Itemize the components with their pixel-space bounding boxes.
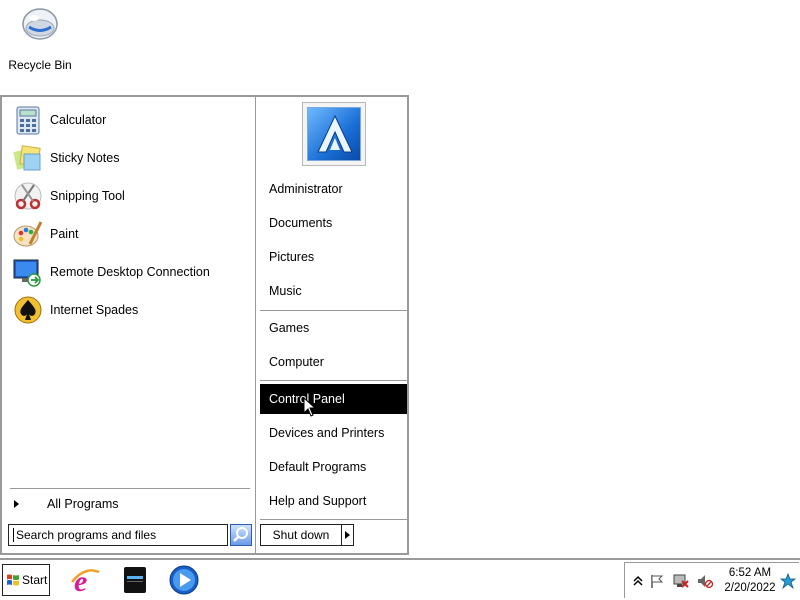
start-button[interactable]: Start [2, 564, 50, 596]
sticky-notes-icon [13, 145, 41, 171]
places-item-administrator[interactable]: Administrator [260, 174, 407, 204]
user-avatar [307, 107, 361, 161]
places-item-pictures[interactable]: Pictures [260, 242, 407, 272]
user-picture[interactable] [302, 102, 366, 166]
programs-divider [10, 488, 250, 489]
internet-explorer-icon: e [71, 565, 100, 598]
windows-logo-icon [7, 574, 19, 586]
places-item-music[interactable]: Music [260, 276, 407, 306]
shutdown-options-button[interactable] [341, 525, 353, 545]
media-player-icon [169, 565, 199, 595]
search-input[interactable]: Search programs and files [8, 524, 228, 546]
start-label: Start [22, 573, 48, 587]
volume-muted-icon[interactable] [697, 573, 713, 589]
program-item-calculator[interactable]: Calculator [12, 103, 252, 137]
text-caret [13, 528, 14, 542]
places-item-label: Default Programs [269, 460, 367, 474]
network-disconnected-icon[interactable] [673, 573, 689, 589]
places-item-label: Computer [269, 355, 324, 369]
program-item-snipping-tool[interactable]: Snipping Tool [12, 179, 252, 213]
taskbar: Start e 6:52 AM 2/20/2022 [0, 558, 800, 600]
search-icon [233, 527, 248, 542]
places-divider [260, 380, 407, 381]
program-item-remote-desktop[interactable]: Remote Desktop Connection [12, 255, 252, 289]
places-item-label: Help and Support [269, 494, 367, 508]
places-item-label: Music [269, 284, 302, 298]
spades-icon [14, 296, 42, 324]
chevron-right-icon [345, 531, 350, 539]
clock[interactable]: 6:52 AM 2/20/2022 [721, 566, 779, 596]
show-hidden-icons-icon[interactable] [630, 573, 646, 589]
clock-time: 6:52 AM [728, 567, 772, 579]
program-label: Paint [50, 227, 79, 241]
paint-palette-icon [13, 221, 43, 247]
places-item-label: Devices and Printers [269, 426, 385, 440]
file-explorer-icon [124, 567, 146, 593]
taskbar-app-explorer[interactable] [119, 564, 151, 596]
scissors-icon [14, 182, 42, 210]
all-programs-button[interactable]: All Programs [10, 495, 250, 513]
program-item-sticky-notes[interactable]: Sticky Notes [12, 141, 252, 175]
svg-text:e: e [74, 565, 87, 596]
chevron-right-icon [14, 500, 19, 508]
places-item-help-and-support[interactable]: Help and Support [260, 486, 407, 516]
shutdown-button[interactable]: Shut down [260, 524, 354, 546]
search-row: Search programs and files [8, 524, 254, 546]
program-label: Sticky Notes [50, 151, 120, 165]
desktop-icon-recycle-bin[interactable]: Recycle Bin [4, 4, 76, 72]
places-item-label: Pictures [269, 250, 315, 264]
places-item-computer[interactable]: Computer [260, 347, 407, 377]
shutdown-label: Shut down [272, 528, 330, 542]
program-label: Internet Spades [50, 303, 139, 317]
action-center-flag-icon[interactable] [649, 573, 665, 589]
search-button[interactable] [230, 524, 252, 546]
program-item-internet-spades[interactable]: Internet Spades [12, 293, 252, 327]
program-item-paint[interactable]: Paint [12, 217, 252, 251]
taskbar-app-media-player[interactable] [168, 564, 200, 596]
start-menu-places-pane: Administrator Documents Pictures Music G… [258, 97, 409, 553]
places-item-devices-and-printers[interactable]: Devices and Printers [260, 418, 407, 448]
places-item-label: Games [269, 321, 310, 335]
recycle-bin-icon [22, 8, 58, 40]
calculator-icon [16, 106, 40, 135]
start-menu-programs-pane: Calculator Sticky Notes Snipping Tool Pa… [2, 97, 256, 553]
places-item-label: Administrator [269, 182, 343, 196]
places-item-documents[interactable]: Documents [260, 208, 407, 238]
search-placeholder: Search programs and files [16, 528, 157, 542]
remote-desktop-icon [13, 259, 41, 287]
places-item-default-programs[interactable]: Default Programs [260, 452, 407, 482]
show-desktop-icon[interactable] [780, 573, 796, 589]
system-tray: 6:52 AM 2/20/2022 [624, 562, 799, 598]
clock-date: 2/20/2022 [724, 582, 776, 594]
places-item-label: Documents [269, 216, 333, 230]
program-label: Calculator [50, 113, 107, 127]
taskbar-app-internet-explorer[interactable]: e [69, 564, 101, 598]
all-programs-label: All Programs [47, 497, 119, 511]
places-divider [260, 519, 407, 520]
program-label: Snipping Tool [50, 189, 125, 203]
start-menu: Calculator Sticky Notes Snipping Tool Pa… [0, 95, 409, 555]
places-item-games[interactable]: Games [260, 313, 407, 343]
program-label: Remote Desktop Connection [50, 265, 210, 279]
assassin-logo-icon [317, 114, 353, 153]
places-item-control-panel[interactable]: Control Panel [260, 384, 407, 414]
places-divider [260, 310, 407, 311]
desktop-icon-label: Recycle Bin [8, 58, 72, 72]
mouse-cursor-icon [303, 397, 317, 417]
